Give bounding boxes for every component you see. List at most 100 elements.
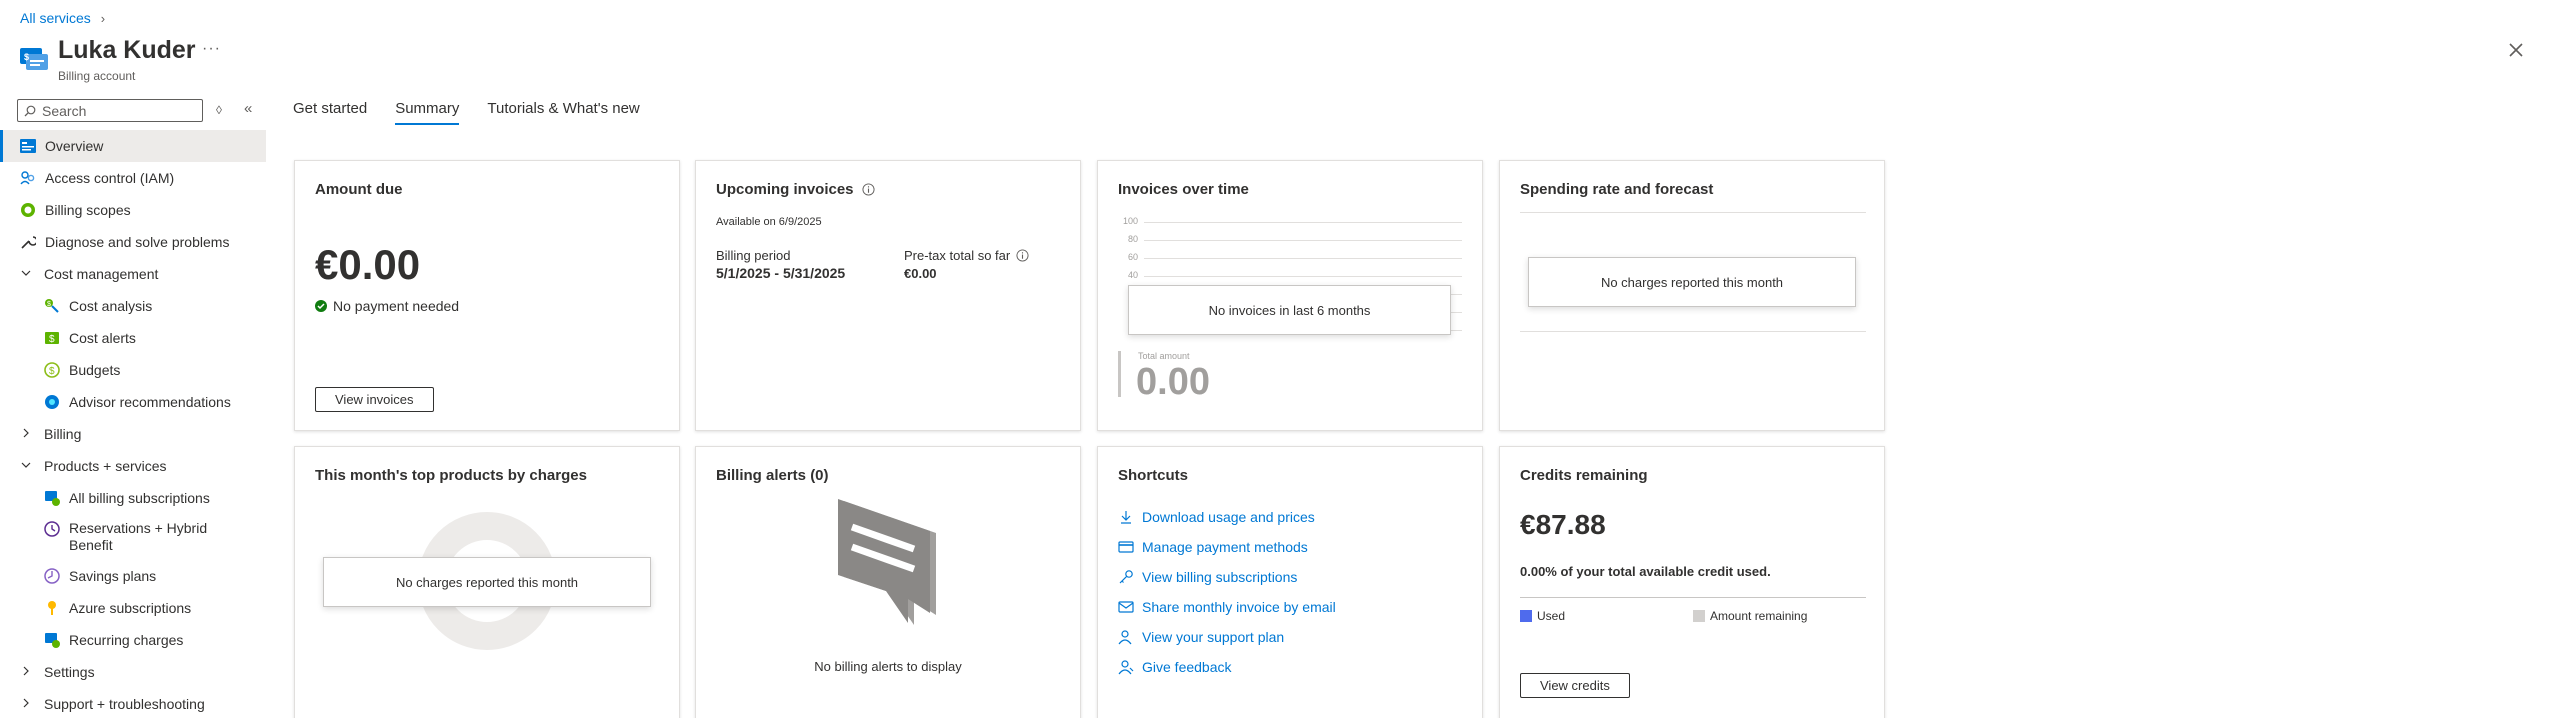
- chevron-right-icon: [20, 427, 32, 442]
- subscriptions-icon: [43, 489, 61, 507]
- y-tick-60: 60: [1127, 252, 1138, 262]
- chart-bottom-line: [1520, 331, 1866, 332]
- sidebar-item-savings-plans[interactable]: Savings plans: [0, 560, 266, 592]
- collapse-sidebar-button[interactable]: «: [244, 100, 252, 117]
- card-title-row: Upcoming invoices: [716, 181, 875, 198]
- sidebar-item-iam[interactable]: Access control (IAM): [0, 162, 266, 194]
- sidebar-group-settings[interactable]: Settings: [0, 656, 266, 688]
- view-invoices-button[interactable]: View invoices: [315, 387, 434, 412]
- breadcrumb-all-services[interactable]: All services: [20, 10, 91, 26]
- sidebar-item-all-billing-subscriptions[interactable]: All billing subscriptions: [0, 482, 266, 514]
- filter-count[interactable]: ◊: [216, 103, 222, 117]
- sidebar-search[interactable]: [17, 99, 203, 122]
- sidebar-item-cost-analysis[interactable]: $ Cost analysis: [0, 290, 266, 322]
- close-icon[interactable]: [2504, 38, 2528, 62]
- billing-period-label: Billing period: [716, 248, 791, 263]
- budget-icon: $: [43, 361, 61, 379]
- tab-tutorials[interactable]: Tutorials & What's new: [487, 100, 639, 125]
- chevron-down-icon: [20, 267, 32, 282]
- pretax-label: Pre-tax total so far: [904, 248, 1011, 263]
- cost-analysis-icon: $: [43, 297, 61, 315]
- sidebar-item-label: Cost analysis: [69, 298, 153, 314]
- gridline: [1144, 240, 1462, 241]
- shortcut-download-usage[interactable]: Download usage and prices: [1118, 509, 1315, 525]
- sidebar-item-overview[interactable]: Overview: [0, 130, 266, 162]
- sidebar-item-diagnose[interactable]: Diagnose and solve problems: [0, 226, 266, 258]
- sidebar-item-label: Overview: [45, 138, 104, 154]
- sidebar-item-label: Settings: [44, 664, 95, 680]
- key-icon: [43, 599, 61, 617]
- shortcut-give-feedback[interactable]: Give feedback: [1118, 659, 1232, 675]
- legend-remaining: Amount remaining: [1693, 609, 1807, 623]
- y-tick-40: 40: [1127, 270, 1138, 280]
- mail-icon: [1118, 601, 1134, 613]
- sidebar-item-recurring-charges[interactable]: Recurring charges: [0, 624, 266, 656]
- sidebar-item-label: Azure subscriptions: [69, 600, 192, 616]
- shortcut-manage-payment[interactable]: Manage payment methods: [1118, 539, 1308, 555]
- svg-text:$: $: [24, 52, 29, 62]
- no-charges-message: No charges reported this month: [323, 557, 651, 607]
- overview-icon: [19, 137, 37, 155]
- no-alerts-message: No billing alerts to display: [814, 659, 962, 674]
- amount-due-card: Amount due €0.00 No payment needed View …: [294, 160, 680, 431]
- legend-swatch-used: [1520, 610, 1532, 622]
- sidebar-item-label: Products + services: [44, 458, 167, 474]
- shortcut-label: Download usage and prices: [1142, 509, 1315, 525]
- svg-text:$: $: [49, 366, 55, 377]
- shortcut-view-subscriptions[interactable]: View billing subscriptions: [1118, 569, 1297, 585]
- sidebar-item-label: All billing subscriptions: [69, 490, 210, 506]
- tab-get-started[interactable]: Get started: [293, 100, 367, 125]
- savings-plan-icon: [43, 567, 61, 585]
- gridline: [1144, 258, 1462, 259]
- clock-icon: [43, 520, 61, 538]
- sidebar-item-cost-alerts[interactable]: $ Cost alerts: [0, 322, 266, 354]
- credits-remaining-card: Credits remaining €87.88 0.00% of your t…: [1499, 446, 1885, 718]
- check-circle-icon: [315, 300, 327, 312]
- chevron-right-icon: [20, 665, 32, 680]
- card-title: Upcoming invoices: [716, 181, 854, 198]
- legend-swatch-remaining: [1693, 610, 1705, 622]
- sidebar-item-label: Recurring charges: [69, 632, 184, 648]
- sidebar-item-budgets[interactable]: $ Budgets: [0, 354, 266, 386]
- sidebar-item-azure-subscriptions[interactable]: Azure subscriptions: [0, 592, 266, 624]
- download-icon: [1121, 511, 1131, 524]
- advisor-icon: [43, 393, 61, 411]
- tab-summary[interactable]: Summary: [395, 100, 460, 125]
- sidebar-item-label: Cost management: [44, 266, 159, 282]
- billing-account-icon: $: [20, 48, 48, 70]
- sidebar-item-billing-scopes[interactable]: Billing scopes: [0, 194, 266, 226]
- shortcut-share-invoice[interactable]: Share monthly invoice by email: [1118, 599, 1336, 615]
- card-title: This month's top products by charges: [315, 467, 587, 484]
- chart-top-line: [1520, 212, 1866, 213]
- shortcut-label: View billing subscriptions: [1142, 569, 1298, 585]
- no-charges-message: No charges reported this month: [1528, 257, 1856, 307]
- sidebar-item-advisor[interactable]: Advisor recommendations: [0, 386, 266, 418]
- shortcut-label: Manage payment methods: [1142, 539, 1308, 555]
- recurring-charges-icon: [43, 631, 61, 649]
- more-options-button[interactable]: ···: [202, 40, 221, 58]
- sidebar-group-billing[interactable]: Billing: [0, 418, 266, 450]
- card-title: Spending rate and forecast: [1520, 181, 1714, 198]
- sidebar-item-label: Advisor recommendations: [69, 394, 231, 410]
- total-amount-label: Total amount: [1138, 351, 1190, 361]
- sidebar-item-reservations[interactable]: Reservations + Hybrid Benefit: [0, 514, 266, 560]
- info-icon[interactable]: [1016, 249, 1029, 262]
- scope-icon: [19, 201, 37, 219]
- search-icon: [24, 105, 36, 116]
- tab-bar: Get started Summary Tutorials & What's n…: [293, 100, 640, 125]
- billing-period-value: 5/1/2025 - 5/31/2025: [716, 265, 846, 281]
- chevron-down-icon: [20, 459, 32, 474]
- info-icon[interactable]: [861, 183, 875, 196]
- sidebar-group-cost-management[interactable]: Cost management: [0, 258, 266, 290]
- chevron-right-icon: ›: [100, 10, 106, 26]
- shortcut-support-plan[interactable]: View your support plan: [1118, 629, 1284, 645]
- sidebar-group-support[interactable]: Support + troubleshooting: [0, 688, 266, 718]
- search-input[interactable]: [42, 102, 192, 119]
- people-icon: [19, 169, 37, 187]
- view-credits-button[interactable]: View credits: [1520, 673, 1630, 698]
- empty-alerts-illustration-icon: [838, 499, 936, 625]
- billing-alerts-card: Billing alerts (0) No billing alerts to …: [695, 446, 1081, 718]
- spending-rate-card: Spending rate and forecast No charges re…: [1499, 160, 1885, 431]
- total-amount-value: 0.00: [1136, 361, 1210, 403]
- sidebar-group-products-services[interactable]: Products + services: [0, 450, 266, 482]
